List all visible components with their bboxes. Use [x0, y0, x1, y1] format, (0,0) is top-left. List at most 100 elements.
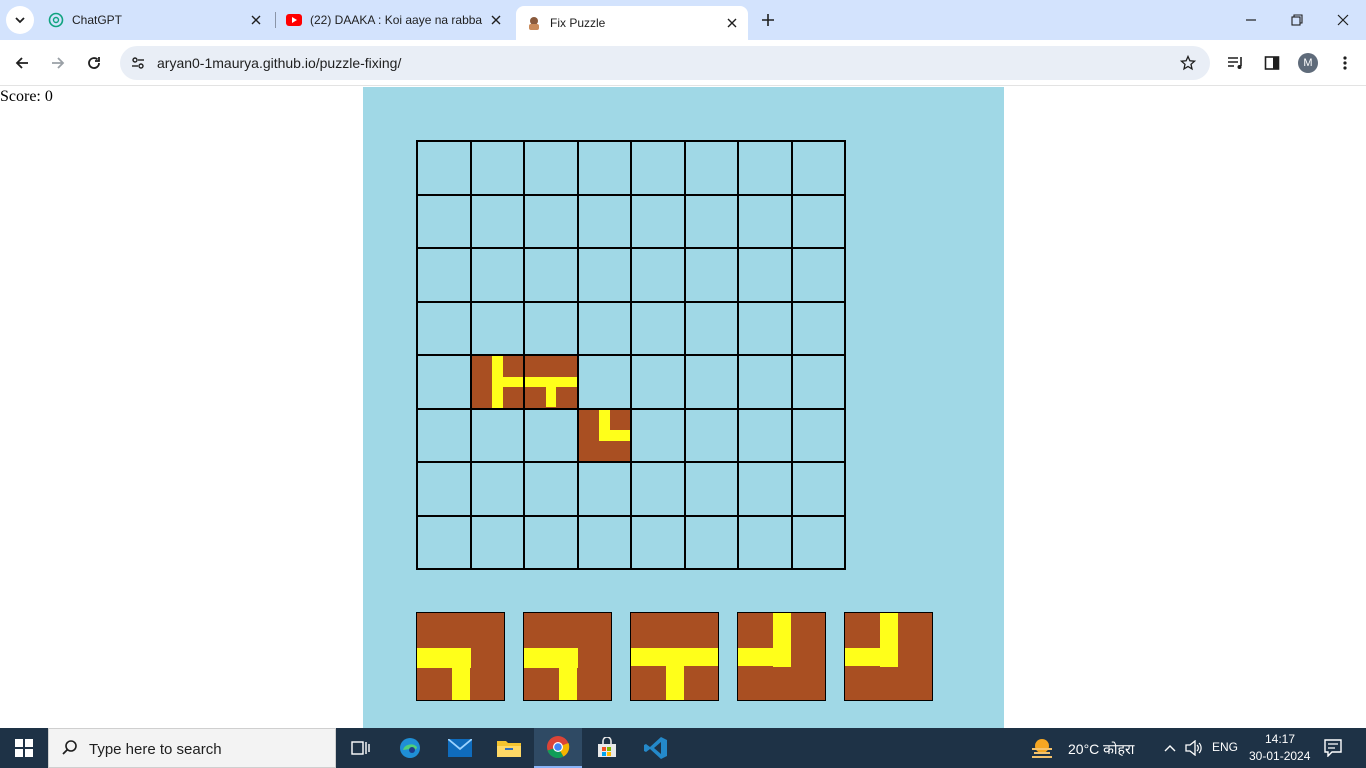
- close-tab-icon[interactable]: [486, 10, 506, 30]
- site-settings-icon[interactable]: [128, 53, 148, 73]
- grid-cell[interactable]: [525, 142, 579, 196]
- close-tab-icon[interactable]: [722, 13, 742, 33]
- new-tab-button[interactable]: [756, 8, 780, 32]
- weather-widget[interactable]: [1022, 728, 1062, 768]
- grid-cell[interactable]: [578, 142, 632, 196]
- grid-cell[interactable]: [418, 142, 472, 196]
- taskbar-search-box[interactable]: Type here to search: [48, 728, 336, 768]
- url-text[interactable]: aryan0-1maurya.github.io/puzzle-fixing/: [157, 55, 401, 71]
- grid-cell[interactable]: [578, 195, 632, 249]
- grid-cell[interactable]: [418, 409, 472, 463]
- start-button[interactable]: [0, 728, 48, 768]
- grid-cell[interactable]: [792, 195, 846, 249]
- grid-cell[interactable]: [418, 463, 472, 517]
- more-menu-icon[interactable]: [1334, 52, 1356, 74]
- grid-cell[interactable]: [525, 409, 579, 463]
- grid-cell[interactable]: [685, 249, 739, 303]
- volume-button[interactable]: [1182, 728, 1206, 768]
- grid-cell[interactable]: [632, 142, 686, 196]
- grid-cell[interactable]: [792, 516, 846, 570]
- back-button[interactable]: [8, 49, 36, 77]
- tab-search-button[interactable]: [6, 6, 34, 34]
- edge-app[interactable]: [386, 728, 434, 768]
- bookmark-star-icon[interactable]: [1178, 53, 1198, 73]
- grid-cell[interactable]: [792, 409, 846, 463]
- grid-cell[interactable]: [739, 409, 793, 463]
- grid-cell[interactable]: [471, 302, 525, 356]
- grid-cell[interactable]: [525, 249, 579, 303]
- media-control-icon[interactable]: [1225, 52, 1247, 74]
- store-app[interactable]: [583, 728, 631, 768]
- grid-cell[interactable]: [471, 249, 525, 303]
- piece-corner-up-left[interactable]: [844, 612, 933, 701]
- grid-cell[interactable]: [739, 195, 793, 249]
- grid-cell[interactable]: [525, 302, 579, 356]
- grid-cell[interactable]: [685, 409, 739, 463]
- grid-cell[interactable]: [739, 356, 793, 410]
- tab-youtube[interactable]: (22) DAAKA : Koi aaye na rabba: [276, 0, 512, 40]
- piece-tee-down[interactable]: [630, 612, 719, 701]
- grid-cell[interactable]: [685, 356, 739, 410]
- language-indicator[interactable]: ENG: [1212, 740, 1238, 754]
- grid-cell[interactable]: [578, 463, 632, 517]
- clock-date[interactable]: 30-01-2024: [1249, 749, 1310, 763]
- close-tab-icon[interactable]: [246, 10, 266, 30]
- grid-cell[interactable]: [578, 249, 632, 303]
- grid-cell[interactable]: [418, 356, 472, 410]
- grid-cell[interactable]: [632, 195, 686, 249]
- grid-cell[interactable]: [739, 249, 793, 303]
- side-panel-icon[interactable]: [1261, 52, 1283, 74]
- clock-time[interactable]: 14:17: [1265, 732, 1295, 746]
- grid-cell[interactable]: [685, 142, 739, 196]
- grid-cell[interactable]: [685, 195, 739, 249]
- grid-cell[interactable]: [632, 516, 686, 570]
- grid-cell[interactable]: [525, 516, 579, 570]
- grid-cell[interactable]: [632, 409, 686, 463]
- grid-cell[interactable]: [792, 356, 846, 410]
- grid-cell[interactable]: [685, 463, 739, 517]
- weather-text[interactable]: 20°C कोहरा: [1068, 740, 1134, 759]
- address-bar[interactable]: aryan0-1maurya.github.io/puzzle-fixing/: [120, 46, 1210, 80]
- grid-cell[interactable]: [578, 516, 632, 570]
- restore-button[interactable]: [1274, 0, 1320, 40]
- tab-chatgpt[interactable]: ChatGPT: [38, 0, 272, 40]
- piece-corner-up-left[interactable]: [737, 612, 826, 701]
- notifications-button[interactable]: [1318, 728, 1348, 768]
- close-window-button[interactable]: [1320, 0, 1366, 40]
- grid-cell[interactable]: [578, 302, 632, 356]
- grid-cell[interactable]: [525, 195, 579, 249]
- piece-corner-left-down[interactable]: [523, 612, 612, 701]
- tab-fix-puzzle[interactable]: Fix Puzzle: [516, 6, 748, 40]
- chrome-app[interactable]: [534, 728, 582, 768]
- grid-cell[interactable]: [418, 195, 472, 249]
- grid-cell[interactable]: [792, 249, 846, 303]
- grid-cell[interactable]: [471, 142, 525, 196]
- minimize-button[interactable]: [1228, 0, 1274, 40]
- grid-cell[interactable]: [739, 463, 793, 517]
- grid-cell-placed-tile[interactable]: [578, 409, 632, 463]
- grid-cell[interactable]: [578, 356, 632, 410]
- vscode-app[interactable]: [632, 728, 680, 768]
- grid-cell[interactable]: [525, 463, 579, 517]
- file-explorer-app[interactable]: [485, 728, 533, 768]
- grid-cell[interactable]: [792, 142, 846, 196]
- grid-cell-placed-tile[interactable]: [525, 356, 579, 410]
- grid-cell-placed-tile[interactable]: [471, 356, 525, 410]
- grid-cell[interactable]: [471, 516, 525, 570]
- grid-cell[interactable]: [418, 249, 472, 303]
- grid-cell[interactable]: [632, 249, 686, 303]
- grid-cell[interactable]: [471, 195, 525, 249]
- grid-cell[interactable]: [471, 409, 525, 463]
- grid-cell[interactable]: [739, 302, 793, 356]
- grid-cell[interactable]: [632, 302, 686, 356]
- grid-cell[interactable]: [471, 463, 525, 517]
- grid-cell[interactable]: [418, 516, 472, 570]
- profile-avatar[interactable]: M: [1298, 53, 1318, 73]
- reload-button[interactable]: [80, 49, 108, 77]
- forward-button[interactable]: [44, 49, 72, 77]
- piece-corner-left-down[interactable]: [416, 612, 505, 701]
- grid-cell[interactable]: [792, 302, 846, 356]
- grid-cell[interactable]: [632, 463, 686, 517]
- grid-cell[interactable]: [792, 463, 846, 517]
- grid-cell[interactable]: [418, 302, 472, 356]
